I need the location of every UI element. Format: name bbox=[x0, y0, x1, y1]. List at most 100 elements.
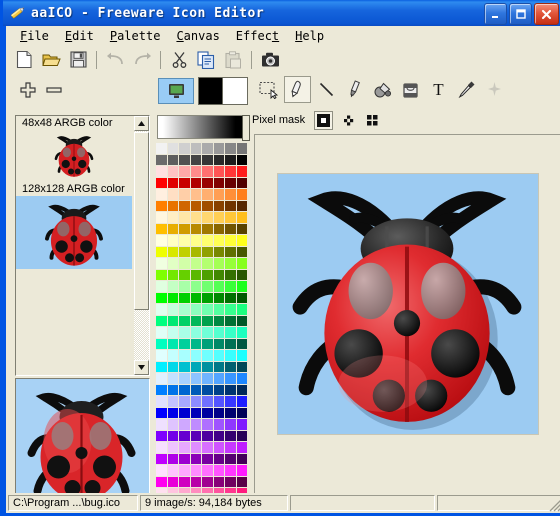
palette-color-217[interactable] bbox=[167, 453, 178, 464]
palette-color-195[interactable] bbox=[190, 419, 201, 430]
palette-color-162[interactable] bbox=[179, 373, 190, 384]
palette-color-153[interactable] bbox=[167, 361, 178, 372]
list-item[interactable]: 128x128 ARGB color bbox=[16, 182, 132, 269]
palette-color-85[interactable] bbox=[213, 258, 224, 269]
palette-color-222[interactable] bbox=[225, 453, 236, 464]
palette-color-156[interactable] bbox=[202, 361, 213, 372]
palette-color-169[interactable] bbox=[167, 384, 178, 395]
palette-color-236[interactable] bbox=[202, 476, 213, 487]
brush-icon[interactable] bbox=[342, 77, 367, 102]
palette-color-56[interactable] bbox=[156, 223, 167, 234]
palette-color-227[interactable] bbox=[190, 465, 201, 476]
palette-color-63[interactable] bbox=[236, 223, 247, 234]
palette-color-152[interactable] bbox=[156, 361, 167, 372]
mask-checker-icon[interactable] bbox=[364, 112, 381, 129]
palette-color-234[interactable] bbox=[179, 476, 190, 487]
image-list-scrollbar[interactable] bbox=[134, 116, 149, 375]
palette-color-157[interactable] bbox=[213, 361, 224, 372]
palette-color-88[interactable] bbox=[156, 269, 167, 280]
text-icon[interactable]: T bbox=[426, 77, 451, 102]
palette-color-1[interactable] bbox=[167, 143, 178, 154]
palette-color-121[interactable] bbox=[167, 315, 178, 326]
palette-color-228[interactable] bbox=[202, 465, 213, 476]
palette-color-99[interactable] bbox=[190, 281, 201, 292]
color-replace-icon[interactable] bbox=[370, 77, 395, 102]
palette-color-37[interactable] bbox=[213, 189, 224, 200]
menu-edit[interactable]: Edit bbox=[57, 27, 102, 45]
palette-color-114[interactable] bbox=[179, 304, 190, 315]
palette-color-34[interactable] bbox=[179, 189, 190, 200]
palette-color-127[interactable] bbox=[236, 315, 247, 326]
scroll-up-button[interactable] bbox=[134, 116, 149, 131]
palette-color-130[interactable] bbox=[179, 327, 190, 338]
palette-color-53[interactable] bbox=[213, 212, 224, 223]
palette-color-120[interactable] bbox=[156, 315, 167, 326]
menu-canvas[interactable]: Canvas bbox=[168, 27, 227, 45]
palette-color-232[interactable] bbox=[156, 476, 167, 487]
palette-color-109[interactable] bbox=[213, 292, 224, 303]
palette-color-40[interactable] bbox=[156, 200, 167, 211]
palette-color-15[interactable] bbox=[236, 154, 247, 165]
palette-color-149[interactable] bbox=[213, 350, 224, 361]
zoom-out-icon[interactable] bbox=[46, 82, 62, 98]
palette-color-206[interactable] bbox=[225, 430, 236, 441]
palette-color-95[interactable] bbox=[236, 269, 247, 280]
palette-color-175[interactable] bbox=[236, 384, 247, 395]
palette-color-7[interactable] bbox=[236, 143, 247, 154]
palette-color-2[interactable] bbox=[179, 143, 190, 154]
palette-color-16[interactable] bbox=[156, 166, 167, 177]
palette-color-214[interactable] bbox=[225, 442, 236, 453]
palette-color-146[interactable] bbox=[179, 350, 190, 361]
palette-color-29[interactable] bbox=[213, 177, 224, 188]
palette-color-78[interactable] bbox=[225, 246, 236, 257]
palette-color-197[interactable] bbox=[213, 419, 224, 430]
palette-color-39[interactable] bbox=[236, 189, 247, 200]
palette-color-60[interactable] bbox=[202, 223, 213, 234]
palette-color-200[interactable] bbox=[156, 430, 167, 441]
paint-bucket-icon[interactable] bbox=[398, 77, 423, 102]
palette-color-225[interactable] bbox=[167, 465, 178, 476]
palette-color-111[interactable] bbox=[236, 292, 247, 303]
camera-icon[interactable] bbox=[257, 48, 283, 72]
palette-color-36[interactable] bbox=[202, 189, 213, 200]
palette-color-19[interactable] bbox=[190, 166, 201, 177]
palette-color-151[interactable] bbox=[236, 350, 247, 361]
palette-color-189[interactable] bbox=[213, 407, 224, 418]
palette-color-72[interactable] bbox=[156, 246, 167, 257]
palette-color-122[interactable] bbox=[179, 315, 190, 326]
palette-color-205[interactable] bbox=[213, 430, 224, 441]
palette-color-173[interactable] bbox=[213, 384, 224, 395]
canvas-panel[interactable] bbox=[254, 134, 560, 510]
palette-color-74[interactable] bbox=[179, 246, 190, 257]
close-button[interactable] bbox=[534, 3, 559, 25]
scroll-down-button[interactable] bbox=[134, 360, 149, 375]
palette-color-104[interactable] bbox=[156, 292, 167, 303]
palette-color-163[interactable] bbox=[190, 373, 201, 384]
palette-color-20[interactable] bbox=[202, 166, 213, 177]
palette-color-52[interactable] bbox=[202, 212, 213, 223]
palette-color-158[interactable] bbox=[225, 361, 236, 372]
redo-icon[interactable] bbox=[129, 48, 155, 72]
palette-color-224[interactable] bbox=[156, 465, 167, 476]
palette-color-188[interactable] bbox=[202, 407, 213, 418]
list-item[interactable]: 48x48 ARGB color bbox=[16, 116, 132, 179]
palette-color-33[interactable] bbox=[167, 189, 178, 200]
palette-color-123[interactable] bbox=[190, 315, 201, 326]
palette-color-107[interactable] bbox=[190, 292, 201, 303]
palette-color-190[interactable] bbox=[225, 407, 236, 418]
palette-color-84[interactable] bbox=[202, 258, 213, 269]
palette-color-177[interactable] bbox=[167, 396, 178, 407]
palette-color-119[interactable] bbox=[236, 304, 247, 315]
palette-color-129[interactable] bbox=[167, 327, 178, 338]
palette-color-137[interactable] bbox=[167, 338, 178, 349]
palette-color-202[interactable] bbox=[179, 430, 190, 441]
palette-color-140[interactable] bbox=[202, 338, 213, 349]
palette-color-211[interactable] bbox=[190, 442, 201, 453]
palette-color-71[interactable] bbox=[236, 235, 247, 246]
palette-color-86[interactable] bbox=[225, 258, 236, 269]
palette-color-75[interactable] bbox=[190, 246, 201, 257]
palette-color-57[interactable] bbox=[167, 223, 178, 234]
palette-color-47[interactable] bbox=[236, 200, 247, 211]
preview-panel[interactable] bbox=[15, 378, 150, 510]
palette-color-79[interactable] bbox=[236, 246, 247, 257]
